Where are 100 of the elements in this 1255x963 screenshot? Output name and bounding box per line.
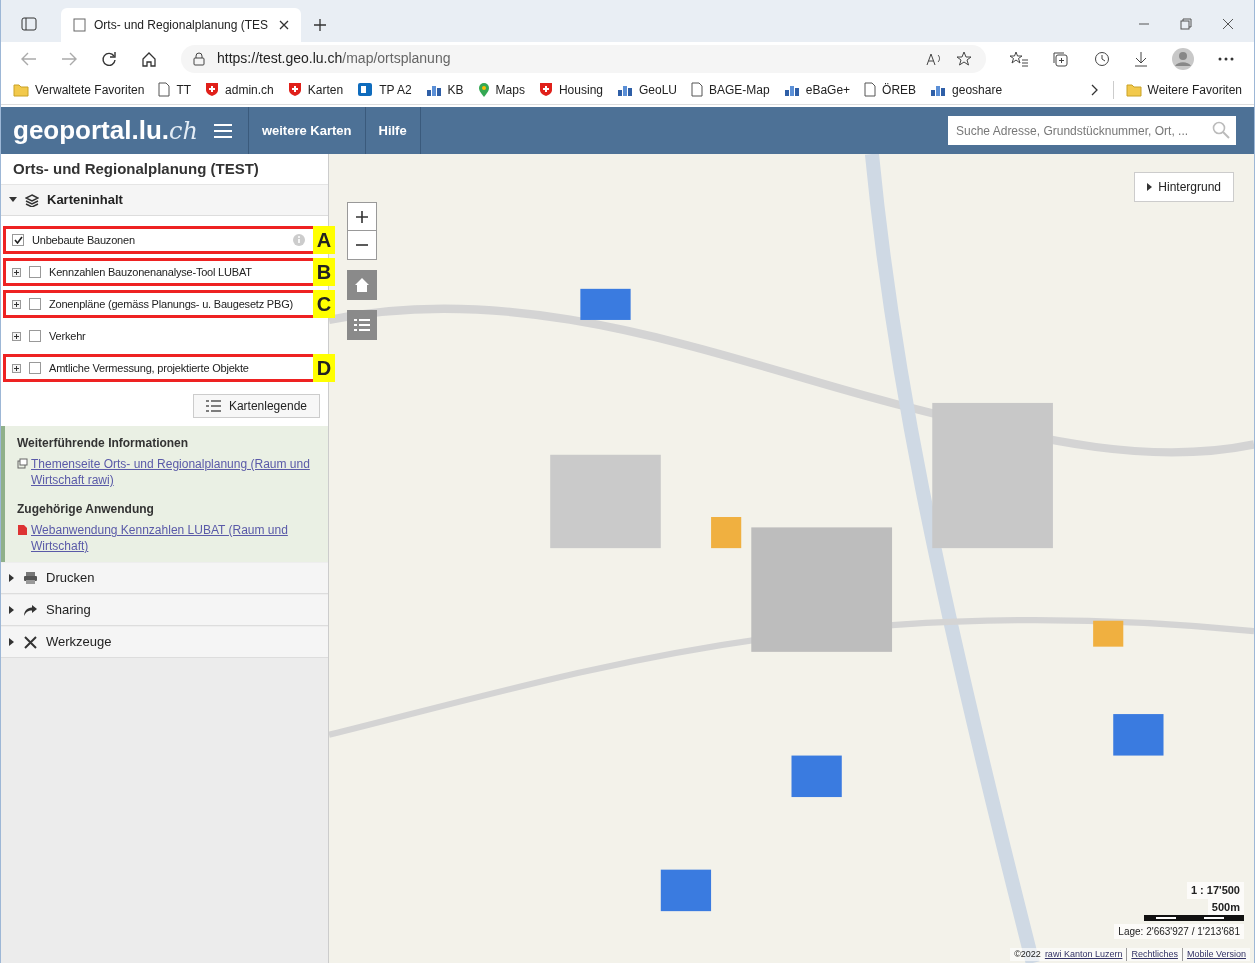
page-icon [691, 82, 703, 97]
caret-right-icon [9, 574, 15, 582]
scale-ratio: 1 : 17'500 [1186, 882, 1244, 899]
section-header[interactable]: Drucken [1, 563, 328, 594]
favorites-icon[interactable] [1010, 50, 1028, 67]
section-header[interactable]: Sharing [1, 595, 328, 626]
app-icon [357, 82, 374, 97]
expand-plus-icon[interactable] [12, 267, 21, 277]
favorite-link[interactable]: Karten [307, 80, 344, 99]
zone-area [1113, 714, 1164, 756]
search-field[interactable]: Suche Adresse, Grundstücknummer, Ort, ... [948, 116, 1236, 145]
layers-icon [25, 193, 39, 207]
menu-icon[interactable] [213, 123, 232, 138]
profile-avatar-icon[interactable] [1172, 47, 1194, 70]
info-link[interactable]: Webanwendung Kennzahlen LUBAT (Raum und Wirtschaft) [31, 522, 316, 554]
plus-icon [355, 209, 369, 224]
page-icon [158, 82, 171, 97]
printer-icon [23, 571, 38, 585]
background-button[interactable]: Hintergrund [1134, 172, 1234, 202]
zone-area [711, 517, 742, 549]
close-icon[interactable] [279, 20, 289, 30]
map-pin-icon [477, 81, 490, 98]
favorite-link[interactable]: TP A2 [379, 80, 412, 99]
expand-plus-icon[interactable] [12, 331, 21, 341]
favorite-link[interactable]: BAGE-Map [709, 80, 770, 99]
copyright-text: ©2022 [1014, 947, 1041, 961]
reload-icon[interactable] [101, 50, 117, 67]
lock-icon [193, 51, 205, 66]
shield-icon [538, 82, 553, 97]
restore-icon[interactable] [1180, 18, 1192, 30]
layer-list-button[interactable] [347, 310, 377, 340]
shield-icon [287, 82, 302, 97]
section-title: Sharing [46, 601, 91, 620]
caret-right-icon [1147, 183, 1153, 191]
expand-plus-icon[interactable] [12, 299, 21, 309]
zone-area [791, 755, 842, 798]
checkbox[interactable] [29, 266, 41, 278]
favorite-link[interactable]: Housing [558, 80, 603, 99]
more-icon[interactable] [1218, 56, 1234, 61]
favorite-link[interactable]: KB [447, 80, 464, 99]
favorite-link[interactable]: TT [176, 80, 192, 99]
attribution-link[interactable]: Mobile Version [1181, 947, 1246, 961]
panel-title: Orts- und Regionalplanung (TEST) [13, 158, 259, 179]
favorite-link[interactable]: eBaGe+ [805, 80, 851, 99]
checkbox[interactable] [29, 330, 41, 342]
checkbox[interactable] [12, 234, 24, 246]
section-title: Drucken [46, 569, 95, 588]
collections-icon[interactable] [1052, 50, 1070, 67]
favorite-link[interactable]: GeoLU [639, 80, 677, 99]
page-icon [864, 82, 877, 97]
browser-tab[interactable]: Orts- und Regionalplanung (TES [61, 8, 301, 42]
shield-icon [205, 82, 220, 97]
annotation-letter: B [313, 258, 335, 286]
download-icon[interactable] [1134, 50, 1148, 67]
caret-icon[interactable] [9, 197, 17, 203]
checkbox[interactable] [29, 362, 41, 374]
info-link[interactable]: Themenseite Orts- und Regionalplanung (Raum und Wirtschaft rawi) [31, 456, 316, 488]
page-icon [73, 18, 86, 32]
favorite-link[interactable]: ÖREB [882, 80, 917, 99]
annotation-letter: C [313, 290, 335, 318]
favorite-link[interactable]: admin.ch [225, 80, 274, 99]
attribution-link[interactable]: Rechtliches [1126, 947, 1178, 961]
attribution-link[interactable]: rawi Kanton Luzern [1044, 947, 1123, 961]
caret-right-icon [9, 638, 15, 646]
pdf-icon [17, 524, 28, 536]
home-icon[interactable] [141, 50, 157, 67]
search-icon [1212, 121, 1230, 139]
close-icon[interactable] [1222, 18, 1234, 30]
share-arrow-icon [23, 603, 38, 617]
list-icon [205, 400, 221, 412]
info-heading: Weiterführende Informationen [17, 435, 190, 452]
legend-button[interactable]: Kartenlegende [192, 394, 320, 418]
favorite-link[interactable]: geoshare [952, 80, 1003, 99]
folder-icon [1125, 82, 1142, 97]
info-heading: Zugehörige Anwendung [17, 501, 155, 518]
section-header[interactable]: Karteninhalt [1, 185, 328, 216]
caret-down-icon [9, 197, 17, 203]
zone-area [1093, 620, 1124, 647]
external-link-icon [17, 458, 28, 469]
checkbox[interactable] [29, 298, 41, 310]
zone-area [660, 869, 712, 912]
section-title: Karteninhalt [47, 191, 123, 210]
chevron-right-icon[interactable] [1090, 83, 1099, 96]
favorite-link[interactable]: Maps [495, 80, 525, 99]
list-icon [354, 318, 370, 332]
history-icon[interactable] [1094, 50, 1110, 67]
favorite-link[interactable]: Weitere Favoriten [1147, 80, 1242, 99]
expand-plus-icon[interactable] [12, 363, 21, 373]
tab-actions-icon[interactable] [21, 17, 37, 31]
address-bar[interactable]: https://test.geo.lu.ch/map/ortsplanung [181, 44, 986, 73]
section-header[interactable]: Werkzeuge [1, 627, 328, 658]
new-tab-icon[interactable] [313, 18, 327, 32]
star-icon[interactable] [956, 50, 974, 67]
folder-icon [13, 82, 29, 97]
map-position: Lage: 2'663'927 / 1'213'681 [1114, 924, 1244, 939]
site-logo[interactable]: geoportal.lu.ch [1, 111, 214, 150]
home-button[interactable] [347, 270, 377, 300]
layer-label[interactable]: Verkehr [49, 327, 86, 345]
caret-right-icon [9, 606, 15, 614]
favorite-link[interactable]: Verwaltete Favoriten [35, 80, 145, 99]
